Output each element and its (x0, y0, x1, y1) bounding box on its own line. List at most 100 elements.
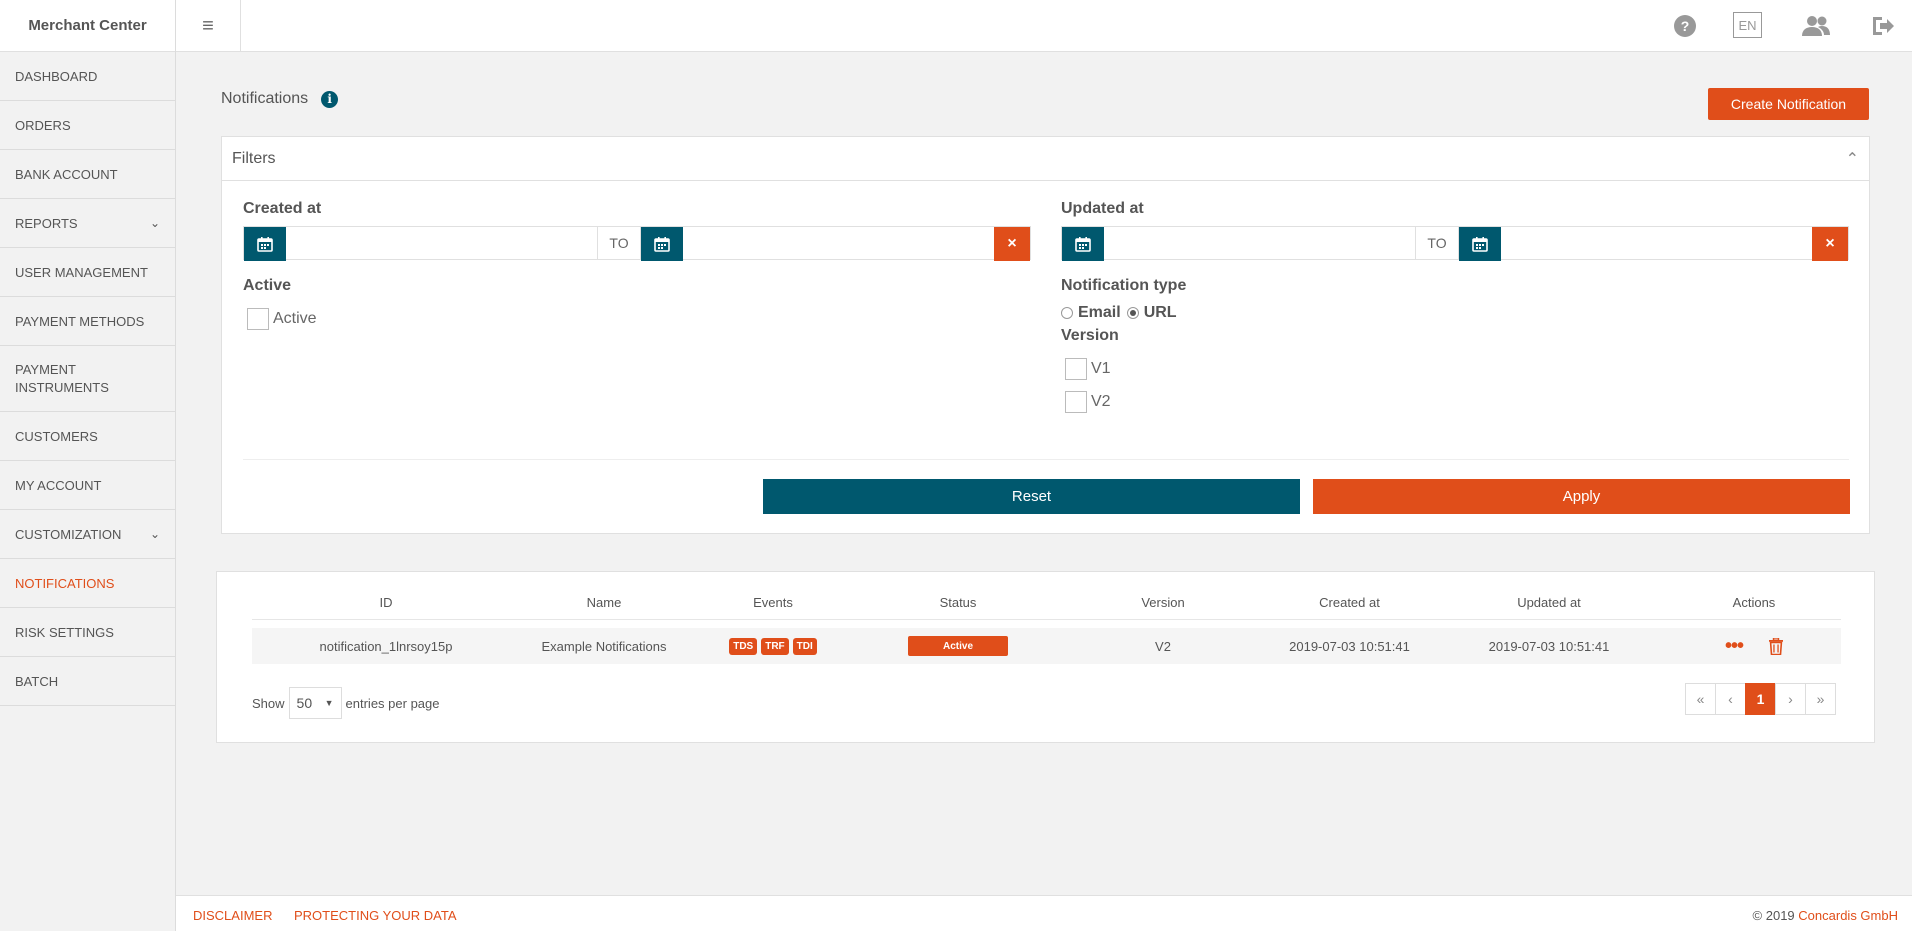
notification-type-label: Notification type (1061, 277, 1187, 294)
cell-created: 2019-07-03 10:51:41 (1289, 638, 1410, 654)
prev-page-button[interactable]: ‹ (1715, 683, 1746, 715)
column-header[interactable]: Name (520, 595, 688, 610)
sidebar-item-label: BANK ACCOUNT (15, 166, 118, 182)
status-badge: Active (908, 636, 1008, 656)
sidebar-item-batch[interactable]: BATCH (0, 657, 175, 706)
sidebar-item-customers[interactable]: CUSTOMERS (0, 412, 175, 461)
table-row[interactable]: notification_1lnrsoy15p Example Notifica… (252, 628, 1841, 664)
updated-at-label: Updated at (1061, 200, 1144, 217)
sidebar-item-payment-instruments[interactable]: PAYMENT INSTRUMENTS (0, 346, 175, 412)
version-label: Version (1061, 327, 1119, 344)
sidebar-item-dashboard[interactable]: DASHBOARD (0, 52, 175, 101)
cell-status: Active (858, 636, 1058, 656)
checkbox-box[interactable] (247, 308, 269, 330)
caret-down-icon: ▼ (324, 698, 334, 708)
sidebar-item-orders[interactable]: ORDERS (0, 101, 175, 150)
updated-at-range: TO × (1061, 226, 1849, 261)
filters-panel: Filters ⌃ Created at TO × Updated at TO … (221, 136, 1870, 534)
cell-id: notification_1lnrsoy15p (319, 638, 453, 654)
sidebar-item-my-account[interactable]: MY ACCOUNT (0, 461, 175, 510)
close-icon[interactable]: × (994, 227, 1030, 261)
copyright: © 2019 Concardis GmbH (1753, 908, 1898, 923)
sidebar: Merchant Center DASHBOARD ORDERS BANK AC… (0, 0, 176, 931)
active-checkbox[interactable]: Active (247, 308, 317, 330)
reset-button[interactable]: Reset (763, 479, 1300, 514)
column-header: Actions (1732, 595, 1776, 610)
protecting-data-link[interactable]: PROTECTING YOUR DATA (294, 908, 457, 923)
column-header[interactable]: Status (858, 595, 1058, 610)
created-to-input[interactable] (683, 227, 994, 259)
last-page-button[interactable]: » (1805, 683, 1836, 715)
entries-label: entries per page (345, 695, 440, 711)
help-icon[interactable]: ? (1671, 12, 1699, 40)
page-title-text: Notifications (221, 90, 309, 107)
calendar-icon[interactable] (641, 227, 683, 261)
close-icon[interactable]: × (1812, 227, 1848, 261)
pagination: « ‹ 1 › » (1685, 683, 1836, 715)
created-from-input[interactable] (286, 227, 597, 259)
filters-title: Filters (232, 149, 276, 167)
dots-icon[interactable]: ••• (1725, 635, 1744, 658)
create-notification-button[interactable]: Create Notification (1708, 88, 1869, 120)
sidebar-item-label: USER MANAGEMENT (15, 264, 148, 280)
page-size-select[interactable]: 50 ▼ (288, 687, 342, 719)
notification-type-options: Email URL (1061, 304, 1177, 322)
top-header: ≡ ? EN (176, 0, 1912, 52)
email-label: Email (1078, 304, 1121, 321)
v1-checkbox[interactable]: V1 (1065, 358, 1111, 380)
table-header: ID Name Events Status Version Created at… (252, 586, 1841, 620)
column-header[interactable]: Created at (1268, 595, 1431, 610)
sidebar-item-payment-methods[interactable]: PAYMENT METHODS (0, 297, 175, 346)
column-header[interactable]: ID (252, 595, 520, 610)
trash-icon[interactable] (1769, 637, 1783, 655)
column-header[interactable]: Events (688, 595, 858, 610)
event-badge: TDS (729, 637, 758, 655)
sidebar-item-notifications[interactable]: NOTIFICATIONS (0, 559, 175, 608)
v1-label: V1 (1091, 360, 1111, 377)
page-size-control: Show 50 ▼ entries per page (252, 687, 439, 719)
sidebar-item-risk-settings[interactable]: RISK SETTINGS (0, 608, 175, 657)
calendar-icon[interactable] (1062, 227, 1104, 261)
url-radio[interactable] (1126, 307, 1139, 319)
v2-checkbox[interactable]: V2 (1065, 391, 1111, 413)
chevron-up-icon[interactable]: ⌃ (1846, 149, 1859, 169)
column-header[interactable]: Version (1058, 595, 1268, 610)
app-title: Merchant Center (0, 0, 175, 52)
disclaimer-link[interactable]: DISCLAIMER (193, 908, 272, 923)
filters-header[interactable]: Filters ⌃ (222, 137, 1869, 181)
info-icon[interactable]: i (321, 90, 339, 108)
users-icon[interactable] (1800, 12, 1832, 40)
active-checkbox-label: Active (273, 310, 317, 327)
email-radio[interactable] (1061, 307, 1073, 319)
sidebar-item-reports[interactable]: REPORTS ⌄ (0, 199, 175, 248)
sidebar-item-label: NOTIFICATIONS (15, 575, 115, 591)
first-page-button[interactable]: « (1685, 683, 1716, 715)
checkbox-box[interactable] (1065, 358, 1087, 380)
to-label: TO (597, 227, 641, 259)
apply-button[interactable]: Apply (1313, 479, 1850, 514)
sidebar-item-label: PAYMENT INSTRUMENTS (15, 361, 109, 395)
created-at-range: TO × (243, 226, 1031, 261)
column-header[interactable]: Updated at (1431, 595, 1667, 610)
chevron-down-icon: ⌄ (149, 216, 160, 230)
updated-from-input[interactable] (1104, 227, 1415, 259)
company-link[interactable]: Concardis GmbH (1798, 908, 1898, 923)
copyright-text: © 2019 (1752, 908, 1795, 923)
footer: DISCLAIMER PROTECTING YOUR DATA © 2019 C… (176, 895, 1912, 931)
updated-to-input[interactable] (1501, 227, 1812, 259)
divider (243, 459, 1849, 460)
language-selector[interactable]: EN (1733, 12, 1762, 38)
logout-icon[interactable] (1869, 12, 1897, 40)
notifications-table: ID Name Events Status Version Created at… (216, 571, 1875, 743)
calendar-icon[interactable] (1459, 227, 1501, 261)
hamburger-icon[interactable]: ≡ (176, 0, 241, 52)
sidebar-item-customization[interactable]: CUSTOMIZATION ⌄ (0, 510, 175, 559)
next-page-button[interactable]: › (1775, 683, 1806, 715)
created-at-label: Created at (243, 200, 322, 217)
sidebar-item-user-management[interactable]: USER MANAGEMENT (0, 248, 175, 297)
calendar-icon[interactable] (244, 227, 286, 261)
checkbox-box[interactable] (1065, 391, 1087, 413)
sidebar-item-bank-account[interactable]: BANK ACCOUNT (0, 150, 175, 199)
page-button-current[interactable]: 1 (1745, 683, 1776, 715)
page-size-value: 50 (296, 695, 313, 711)
